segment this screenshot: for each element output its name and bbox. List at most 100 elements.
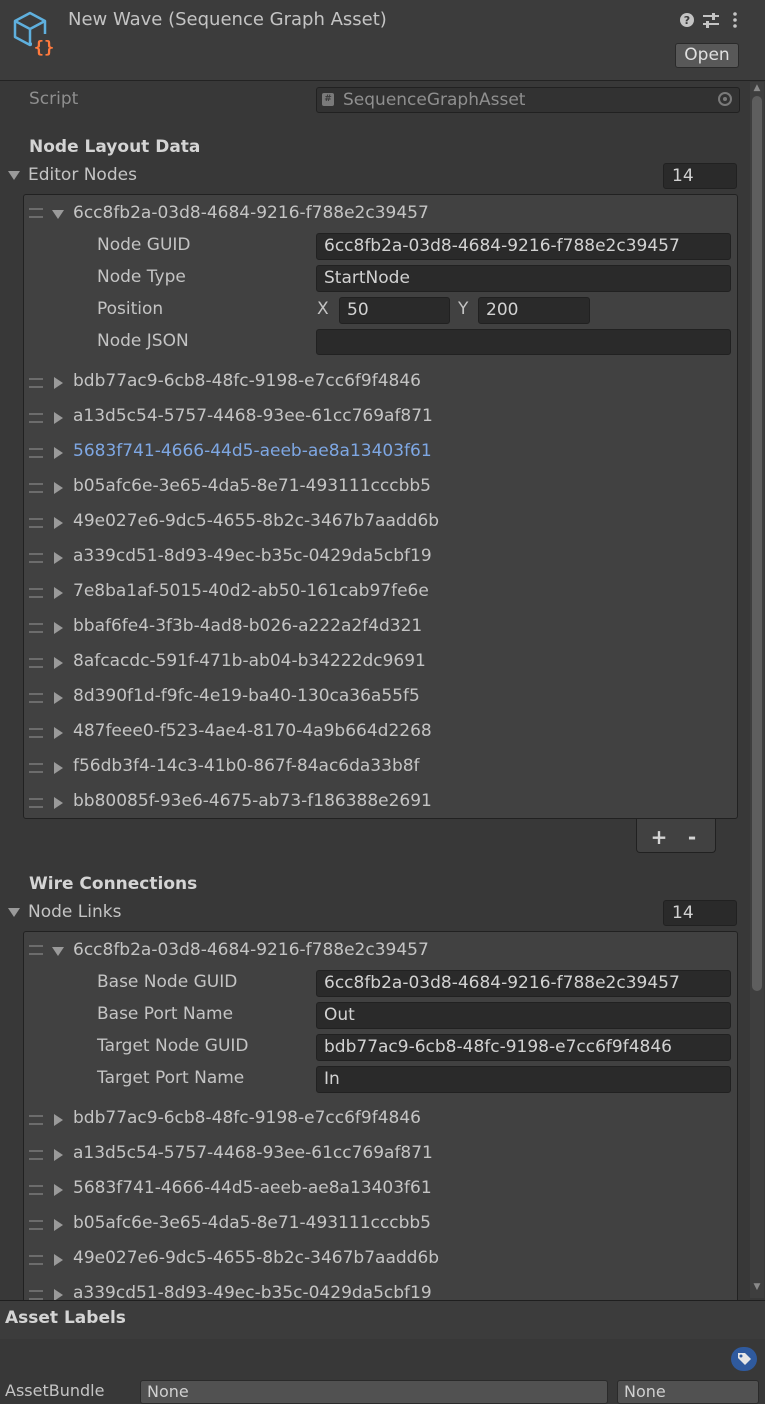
editor-node-item[interactable]: bdb77ac9-6cb8-48fc-9198-e7cc6f9f4846 <box>73 371 421 391</box>
foldout-arrow-icon[interactable] <box>54 1219 63 1231</box>
preset-sliders-icon[interactable] <box>701 10 721 30</box>
foldout-arrow-icon[interactable] <box>54 1184 63 1196</box>
kebab-menu-icon[interactable] <box>725 10 745 30</box>
foldout-arrow-icon[interactable] <box>54 552 63 564</box>
scroll-down-icon[interactable]: ▼ <box>751 1281 763 1293</box>
foldout-arrow-icon[interactable] <box>54 412 63 424</box>
editor-node-item[interactable]: 5683f741-4666-44d5-aeeb-ae8a13403f61 <box>73 441 432 461</box>
foldout-arrow-icon[interactable] <box>54 1254 63 1266</box>
wire-connections-header: Wire Connections <box>29 874 198 894</box>
node-guid-label: Node GUID <box>97 235 191 255</box>
editor-node-item[interactable]: a339cd51-8d93-49ec-b35c-0429da5cbf19 <box>73 546 432 566</box>
remove-element-button[interactable]: - <box>681 827 703 847</box>
foldout-arrow-icon[interactable] <box>52 947 64 956</box>
object-picker-icon[interactable] <box>718 92 732 106</box>
asset-bundle-variant-dropdown[interactable]: None <box>617 1380 759 1404</box>
drag-handle-icon[interactable] <box>29 623 43 633</box>
foldout-arrow-icon[interactable] <box>54 587 63 599</box>
script-field: SequenceGraphAsset <box>316 87 740 113</box>
foldout-arrow-icon[interactable] <box>54 447 63 459</box>
foldout-arrow-icon[interactable] <box>54 517 63 529</box>
editor-node-item[interactable]: f56db3f4-14c3-41b0-867f-84ac6da33b8f <box>73 756 420 776</box>
node-json-label: Node JSON <box>97 331 189 351</box>
editor-node-item[interactable]: b05afc6e-3e65-4da5-8e71-493111cccbb5 <box>73 476 431 496</box>
foldout-arrow-icon[interactable] <box>54 762 63 774</box>
node-type-field[interactable]: StartNode <box>316 265 731 292</box>
editor-node-item-guid[interactable]: 6cc8fb2a-03d8-4684-9216-f788e2c39457 <box>73 203 429 223</box>
editor-nodes-count-field[interactable]: 14 <box>663 163 737 189</box>
position-x-field[interactable]: 50 <box>339 297 450 324</box>
drag-handle-icon[interactable] <box>29 658 43 668</box>
editor-node-item[interactable]: 49e027e6-9dc5-4655-8b2c-3467b7aadd6b <box>73 511 439 531</box>
foldout-arrow-icon[interactable] <box>54 657 63 669</box>
node-links-label[interactable]: Node Links <box>28 902 121 922</box>
asset-title: New Wave (Sequence Graph Asset) <box>68 9 387 30</box>
drag-handle-icon[interactable] <box>29 518 43 528</box>
node-link-item[interactable]: bdb77ac9-6cb8-48fc-9198-e7cc6f9f4846 <box>73 1108 421 1128</box>
foldout-arrow-icon[interactable] <box>54 797 63 809</box>
node-link-item[interactable]: b05afc6e-3e65-4da5-8e71-493111cccbb5 <box>73 1213 431 1233</box>
editor-node-item[interactable]: 8d390f1d-f9fc-4e19-ba40-130ca36a55f5 <box>73 686 420 706</box>
node-link-item[interactable]: a13d5c54-5757-4468-93ee-61cc769af871 <box>73 1143 433 1163</box>
editor-node-item[interactable]: bb80085f-93e6-4675-ab73-f186388e2691 <box>73 791 432 811</box>
asset-labels-title: Asset Labels <box>5 1308 126 1328</box>
foldout-arrow-icon[interactable] <box>52 210 64 219</box>
drag-handle-icon[interactable] <box>29 1115 43 1125</box>
drag-handle-icon[interactable] <box>29 553 43 563</box>
asset-bundle-dropdown[interactable]: None <box>140 1380 608 1404</box>
foldout-arrow-icon[interactable] <box>54 482 63 494</box>
add-element-button[interactable]: + <box>648 827 670 847</box>
position-y-field[interactable]: 200 <box>478 297 590 324</box>
base-port-name-field[interactable]: Out <box>316 1002 731 1029</box>
position-y-label: Y <box>458 299 469 319</box>
sequence-graph-asset-icon: {} <box>10 10 58 58</box>
node-guid-field[interactable]: 6cc8fb2a-03d8-4684-9216-f788e2c39457 <box>316 233 731 260</box>
node-links-count-field[interactable]: 14 <box>663 900 737 926</box>
editor-nodes-label[interactable]: Editor Nodes <box>28 165 137 185</box>
target-port-name-field[interactable]: In <box>316 1066 731 1093</box>
foldout-arrow-icon[interactable] <box>54 727 63 739</box>
drag-handle-icon[interactable] <box>29 1290 43 1300</box>
foldout-arrow-icon[interactable] <box>54 377 63 389</box>
open-button[interactable]: Open <box>675 43 739 68</box>
tag-icon[interactable] <box>731 1347 757 1371</box>
node-json-field[interactable] <box>316 329 731 355</box>
drag-handle-icon[interactable] <box>29 763 43 773</box>
foldout-arrow-icon[interactable] <box>54 692 63 704</box>
editor-node-item[interactable]: bbaf6fe4-3f3b-4ad8-b026-a222a2f4d321 <box>73 616 422 636</box>
node-link-item[interactable]: 5683f741-4666-44d5-aeeb-ae8a13403f61 <box>73 1178 432 1198</box>
editor-node-item[interactable]: 8afcacdc-591f-471b-ab04-b34222dc9691 <box>73 651 426 671</box>
foldout-arrow-icon[interactable] <box>8 908 20 917</box>
node-type-label: Node Type <box>97 267 186 287</box>
drag-handle-icon[interactable] <box>29 378 43 388</box>
drag-handle-icon[interactable] <box>29 1150 43 1160</box>
drag-handle-icon[interactable] <box>29 945 43 955</box>
drag-handle-icon[interactable] <box>29 208 43 218</box>
foldout-arrow-icon[interactable] <box>8 171 20 180</box>
drag-handle-icon[interactable] <box>29 1220 43 1230</box>
drag-handle-icon[interactable] <box>29 413 43 423</box>
editor-node-item[interactable]: 487feee0-f523-4ae4-8170-4a9b664d2268 <box>73 721 432 741</box>
drag-handle-icon[interactable] <box>29 728 43 738</box>
scrollbar-thumb[interactable] <box>752 96 762 991</box>
drag-handle-icon[interactable] <box>29 693 43 703</box>
position-x-label: X <box>317 299 329 319</box>
editor-node-item[interactable]: 7e8ba1af-5015-40d2-ab50-161cab97fe6e <box>73 581 429 601</box>
drag-handle-icon[interactable] <box>29 798 43 808</box>
foldout-arrow-icon[interactable] <box>54 1114 63 1126</box>
node-link-item[interactable]: 49e027e6-9dc5-4655-8b2c-3467b7aadd6b <box>73 1248 439 1268</box>
drag-handle-icon[interactable] <box>29 588 43 598</box>
drag-handle-icon[interactable] <box>29 483 43 493</box>
target-port-name-label: Target Port Name <box>97 1068 245 1088</box>
help-icon[interactable]: ? <box>677 10 697 30</box>
scroll-up-icon[interactable]: ▲ <box>751 82 763 94</box>
drag-handle-icon[interactable] <box>29 1185 43 1195</box>
node-link-item-guid[interactable]: 6cc8fb2a-03d8-4684-9216-f788e2c39457 <box>73 940 429 960</box>
target-node-guid-field[interactable]: bdb77ac9-6cb8-48fc-9198-e7cc6f9f4846 <box>316 1034 731 1061</box>
foldout-arrow-icon[interactable] <box>54 1149 63 1161</box>
drag-handle-icon[interactable] <box>29 448 43 458</box>
drag-handle-icon[interactable] <box>29 1255 43 1265</box>
foldout-arrow-icon[interactable] <box>54 622 63 634</box>
base-node-guid-field[interactable]: 6cc8fb2a-03d8-4684-9216-f788e2c39457 <box>316 970 731 997</box>
editor-node-item[interactable]: a13d5c54-5757-4468-93ee-61cc769af871 <box>73 406 433 426</box>
